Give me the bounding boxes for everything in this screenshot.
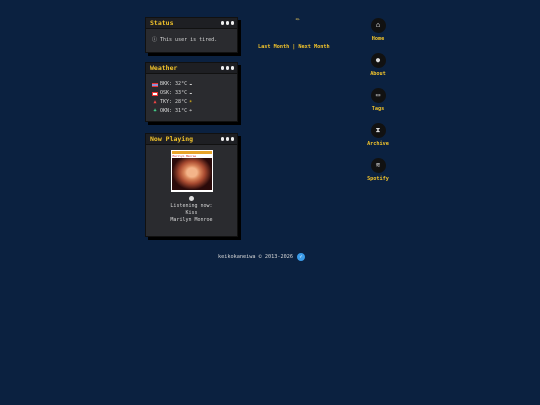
nav-label: Spotify bbox=[367, 176, 389, 182]
status-text: ⓘ This user is tired. bbox=[152, 37, 218, 43]
osaka-flag-icon bbox=[152, 91, 158, 96]
weather-text: BKK: 32°C bbox=[160, 81, 188, 87]
last-month-link[interactable]: Last Month bbox=[258, 44, 289, 50]
window-dots-icon[interactable] bbox=[220, 66, 234, 70]
now-playing-body: Marilyn Monroe Listening now: Kiss Maril… bbox=[146, 145, 237, 224]
weather-title: Weather bbox=[150, 64, 178, 72]
nav-spotify[interactable]: ≋ Spotify bbox=[362, 158, 394, 182]
tag-icon: ▭ bbox=[370, 88, 386, 103]
weather-text: OSK: 33°C bbox=[160, 90, 188, 96]
now-playing-title: Now Playing bbox=[150, 135, 194, 143]
nav-home[interactable]: ⌂ Home bbox=[362, 18, 394, 42]
status-widget: Status ⓘ This user is tired. bbox=[145, 17, 238, 53]
window-dots-icon[interactable] bbox=[220, 137, 234, 141]
thailand-flag-icon bbox=[152, 82, 158, 87]
weather-row-osk: OSK: 33°C ☁ bbox=[152, 89, 231, 98]
verified-badge-icon: ✓ bbox=[296, 253, 305, 261]
nav-label: Home bbox=[371, 36, 385, 42]
month-navigation: Last Month | Next Month bbox=[258, 44, 330, 50]
month-separator: | bbox=[292, 44, 296, 50]
nav-archive[interactable]: ⧗ Archive bbox=[362, 123, 394, 147]
status-title: Status bbox=[150, 19, 174, 27]
listening-label: Listening now: bbox=[170, 203, 213, 209]
weather-row-okn: ♣ OKN: 31°C ☂ bbox=[152, 107, 231, 116]
footer: keikokaneiwa © 2013-2026 ✓ bbox=[218, 253, 305, 261]
tokyo-tower-icon: ▲ bbox=[153, 99, 157, 105]
pencil-icon: ✎ bbox=[294, 15, 302, 24]
weather-widget: Weather BKK: 32°C ☁ OSK: 33°C ☁ ▲ TKY: 2… bbox=[145, 62, 238, 122]
track-title: Kiss bbox=[185, 210, 198, 216]
nav-label: Archive bbox=[367, 141, 389, 147]
footer-text: keikokaneiwa © 2013-2026 bbox=[218, 254, 293, 260]
weather-header: Weather bbox=[146, 63, 237, 74]
now-playing-widget: Now Playing Marilyn Monroe Listening now… bbox=[145, 133, 238, 237]
weather-list: BKK: 32°C ☁ OSK: 33°C ☁ ▲ TKY: 28°C ☀ ♣ … bbox=[146, 74, 237, 122]
home-icon: ⌂ bbox=[370, 18, 386, 33]
status-header: Status bbox=[146, 18, 237, 29]
weather-row-bkk: BKK: 32°C ☁ bbox=[152, 80, 231, 89]
rain-cloud-icon: ☂ bbox=[189, 108, 193, 114]
now-playing-header: Now Playing bbox=[146, 134, 237, 145]
nav-label: Tags bbox=[371, 106, 385, 112]
cloud-icon: ☁ bbox=[189, 90, 193, 96]
track-artist: Marilyn Monroe bbox=[170, 217, 213, 223]
weather-text: TKY: 28°C bbox=[160, 99, 188, 105]
sun-icon: ☀ bbox=[189, 99, 193, 105]
spotify-icon: ≋ bbox=[370, 158, 386, 173]
weather-text: OKN: 31°C bbox=[160, 108, 188, 114]
nav-tags[interactable]: ▭ Tags bbox=[362, 88, 394, 112]
album-cover[interactable]: Marilyn Monroe bbox=[170, 150, 213, 192]
next-month-link[interactable]: Next Month bbox=[298, 44, 329, 50]
weather-row-tky: ▲ TKY: 28°C ☀ bbox=[152, 98, 231, 107]
nav-label: About bbox=[370, 71, 386, 77]
nav-about[interactable]: ● About bbox=[362, 53, 394, 77]
person-icon: ● bbox=[370, 53, 386, 68]
window-dots-icon[interactable] bbox=[220, 21, 234, 25]
cloud-icon: ☁ bbox=[189, 81, 193, 87]
spotify-icon bbox=[189, 196, 194, 201]
hourglass-icon: ⧗ bbox=[370, 123, 386, 138]
okinawa-icon: ♣ bbox=[153, 108, 157, 114]
